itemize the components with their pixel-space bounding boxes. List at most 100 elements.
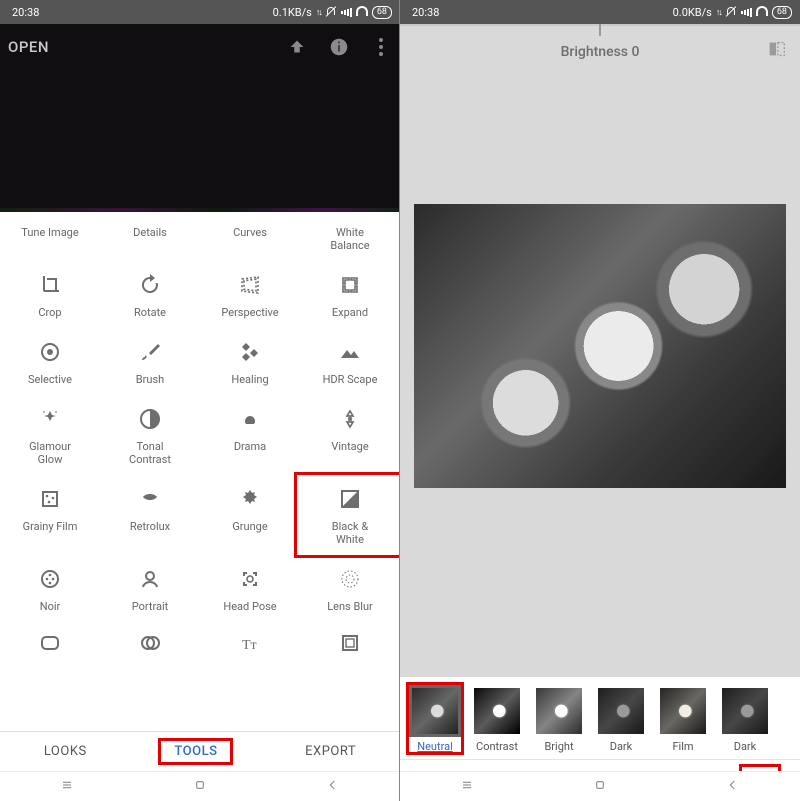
tool-grunge[interactable]: Grunge [200, 476, 300, 556]
more-menu-icon[interactable] [370, 36, 392, 58]
signal-icon [741, 7, 752, 17]
home-button[interactable] [192, 777, 208, 797]
recent-apps-button[interactable] [59, 777, 75, 797]
tool-tonal-contrast[interactable]: Tonal Contrast [100, 396, 200, 476]
headpose-icon [238, 564, 262, 594]
clock: 20:38 [412, 6, 439, 19]
perspective-icon [238, 270, 262, 300]
tool-text[interactable]: Tᴛ [200, 623, 300, 657]
home-button[interactable] [592, 777, 608, 797]
glamour-icon [38, 404, 62, 434]
tool-vignette[interactable] [0, 623, 100, 657]
filter-darker[interactable]: Dark [722, 688, 768, 753]
back-button[interactable] [325, 777, 341, 797]
tool-curves[interactable]: Curves [200, 220, 300, 262]
left-phone-frame: 20:38 0.1KB/s ↑↓ 68 OPEN Tune I [0, 0, 400, 801]
tools-grid: Tune Image Details Curves White Balance … [0, 212, 400, 731]
adjustment-label: Brightness 0 [400, 44, 800, 60]
top-bar: OPEN [0, 24, 400, 70]
tool-double-exposure[interactable] [100, 623, 200, 657]
tool-portrait[interactable]: Portrait [100, 556, 200, 623]
vintage-icon [338, 404, 362, 434]
tool-drama[interactable]: Drama [200, 396, 300, 476]
lensblur-icon [338, 564, 362, 594]
android-nav-bar [400, 771, 800, 801]
net-arrows-icon: ↑↓ [316, 7, 321, 18]
drama-icon [238, 404, 262, 434]
portrait-icon [138, 564, 162, 594]
status-bar: 20:38 0.1KB/s ↑↓ 68 [0, 0, 400, 24]
retrolux-icon [138, 484, 162, 514]
tool-white-balance[interactable]: White Balance [300, 220, 400, 262]
compare-icon[interactable] [766, 38, 788, 64]
editing-canvas[interactable]: Brightness 0 [400, 24, 800, 677]
open-button[interactable]: OPEN [8, 38, 49, 56]
tonal-icon [138, 404, 162, 434]
net-arrows-icon: ↑↓ [716, 7, 721, 18]
bw-icon [338, 484, 362, 514]
rotate-icon [138, 270, 162, 300]
tool-hdr-scape[interactable]: HDR Scape [300, 329, 400, 396]
tool-healing[interactable]: Healing [200, 329, 300, 396]
battery-icon: 68 [772, 6, 792, 19]
svg-text:Tᴛ: Tᴛ [242, 638, 257, 653]
tool-expand[interactable]: Expand [300, 262, 400, 329]
nav-export[interactable]: EXPORT [305, 744, 356, 759]
expand-icon [338, 270, 362, 300]
tool-crop[interactable]: Crop [0, 262, 100, 329]
net-speed: 0.0KB/s [673, 6, 712, 19]
android-nav-bar [0, 771, 400, 801]
tool-vintage[interactable]: Vintage [300, 396, 400, 476]
undo-stack-icon[interactable] [286, 36, 308, 58]
frames-icon [338, 631, 362, 655]
tool-rotate[interactable]: Rotate [100, 262, 200, 329]
bw-filter-strip[interactable]: Neutral Contrast Bright Dark Film Dark [400, 677, 800, 759]
back-button[interactable] [725, 777, 741, 797]
healing-icon [238, 337, 262, 367]
hdr-icon [338, 337, 362, 367]
editor-preview-area: OPEN [0, 24, 400, 226]
wifi-icon [356, 6, 368, 18]
tool-brush[interactable]: Brush [100, 329, 200, 396]
tool-lens-blur[interactable]: Lens Blur [300, 556, 400, 623]
tool-black-and-white[interactable]: Black & White [300, 476, 400, 556]
tool-tune-image[interactable]: Tune Image [0, 220, 100, 262]
filter-contrast[interactable]: Contrast [474, 688, 520, 753]
filter-bright[interactable]: Bright [536, 688, 582, 753]
noir-icon [38, 564, 62, 594]
grainy-icon [38, 484, 62, 514]
clock: 20:38 [12, 6, 39, 19]
tool-selective[interactable]: Selective [0, 329, 100, 396]
right-phone-frame: 20:38 0.0KB/s ↑↓ 68 Brightness 0 Neutral… [400, 0, 800, 801]
bottom-nav: LOOKS TOOLS EXPORT [0, 731, 400, 771]
filter-dark[interactable]: Dark [598, 688, 644, 753]
brush-icon [138, 337, 162, 367]
grunge-icon [238, 484, 262, 514]
nav-tools[interactable]: TOOLS [174, 744, 217, 759]
info-icon[interactable] [328, 36, 350, 58]
tool-noir[interactable]: Noir [0, 556, 100, 623]
dnd-icon [325, 6, 337, 18]
image-preview [414, 204, 786, 488]
tool-frames[interactable] [300, 623, 400, 657]
tool-retrolux[interactable]: Retrolux [100, 476, 200, 556]
text-icon: Tᴛ [238, 631, 262, 655]
crop-icon [38, 270, 62, 300]
net-speed: 0.1KB/s [273, 6, 312, 19]
nav-looks[interactable]: LOOKS [44, 744, 87, 759]
tool-glamour-glow[interactable]: Glamour Glow [0, 396, 100, 476]
tool-head-pose[interactable]: Head Pose [200, 556, 300, 623]
tool-perspective[interactable]: Perspective [200, 262, 300, 329]
vignette-icon [38, 631, 62, 655]
dnd-icon [725, 6, 737, 18]
wifi-icon [756, 6, 768, 18]
status-bar: 20:38 0.0KB/s ↑↓ 68 [400, 0, 800, 24]
filter-neutral[interactable]: Neutral [412, 688, 458, 753]
recent-apps-button[interactable] [459, 777, 475, 797]
selective-icon [38, 337, 62, 367]
filter-film[interactable]: Film [660, 688, 706, 753]
tool-grainy-film[interactable]: Grainy Film [0, 476, 100, 556]
adjustment-slider[interactable] [400, 24, 800, 28]
tool-details[interactable]: Details [100, 220, 200, 262]
signal-icon [341, 7, 352, 17]
